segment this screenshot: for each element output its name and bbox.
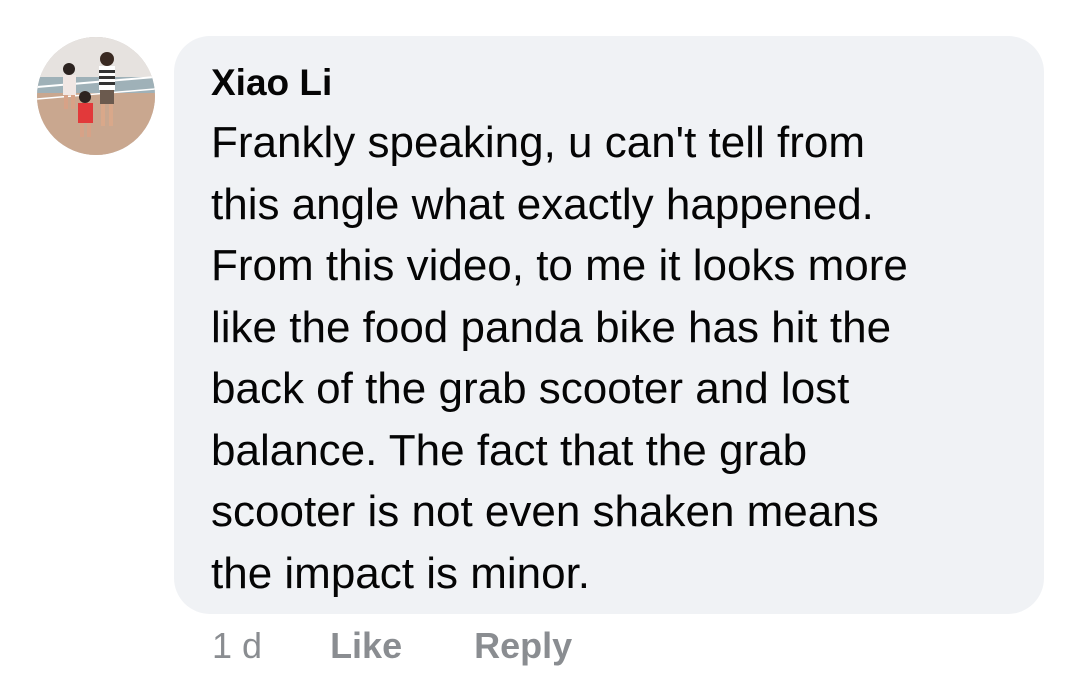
reply-button[interactable]: Reply [474,625,572,666]
comment: Xiao Li Frankly speaking, u can't tell f… [0,0,1079,694]
comment-line: this angle what exactly happened. [211,179,874,229]
avatar-photo [37,37,155,155]
author-avatar[interactable] [37,37,155,155]
comment-line: balance. The fact that the grab [211,425,808,475]
comment-line: From this video, to me it looks more [211,241,908,290]
comment-line: the impact is minor. [211,548,591,598]
comment-line: Frankly speaking, u can't tell from [211,118,866,167]
comment-actions: 1 d Like Reply [212,625,572,667]
like-button[interactable]: Like [330,625,402,666]
comment-line: like the food panda bike has hit the [211,302,892,352]
comment-line: back of the grab scooter and lost [211,364,850,413]
author-name[interactable]: Xiao Li [211,62,332,104]
comment-text: Frankly speaking, u can't tell from this… [211,112,1011,604]
comment-line: scooter is not even shaken means [211,487,879,536]
comment-timestamp[interactable]: 1 d [212,625,262,666]
